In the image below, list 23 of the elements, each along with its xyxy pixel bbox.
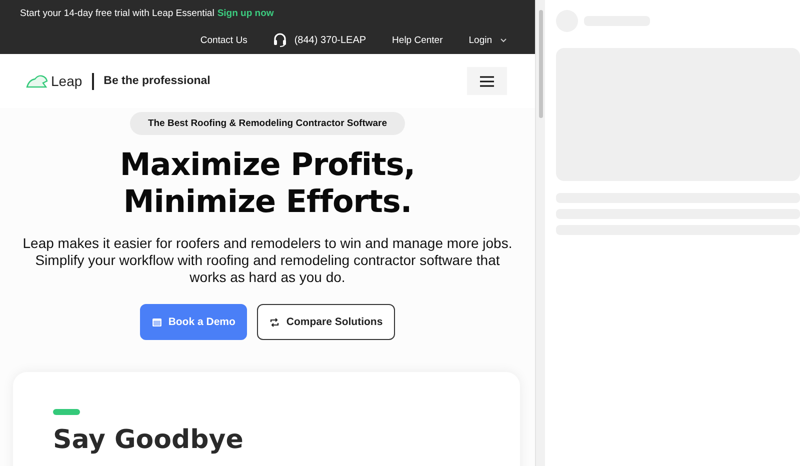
hero-title: Maximize Profits, Minimize Efforts. xyxy=(118,147,416,221)
logo-text[interactable]: Leap xyxy=(51,73,82,89)
hero-badge: The Best Roofing & Remodeling Contractor Software xyxy=(130,112,406,135)
contact-link[interactable]: Contact Us xyxy=(200,34,248,46)
menu-icon xyxy=(480,76,494,86)
tagline: Be the professional xyxy=(104,75,210,87)
menu-button[interactable] xyxy=(467,67,507,95)
scrollbar[interactable] xyxy=(535,0,545,466)
chevron-down-icon xyxy=(500,38,507,42)
scrollbar-thumb[interactable] xyxy=(538,10,542,118)
accent-bar xyxy=(53,409,80,415)
promo-text: Start your 14-day free trial with Leap Essential xyxy=(20,8,214,19)
login-link[interactable]: Login xyxy=(468,34,492,46)
book-demo-button[interactable]: Book a Demo xyxy=(140,304,248,340)
sign-up-link[interactable]: Sign up now xyxy=(217,8,274,19)
phone-link[interactable]: (844) 370-LEAP xyxy=(294,34,366,46)
headset-icon xyxy=(273,33,288,47)
help-center-link[interactable]: Help Center xyxy=(392,34,443,46)
calendar-icon xyxy=(152,317,162,327)
swap-arrows-icon xyxy=(269,316,280,328)
compare-button[interactable]: Compare Solutions xyxy=(257,304,395,340)
card-heading: Say Goodbye xyxy=(53,425,244,455)
hero-description: Leap makes it easier for roofers and remodelers to win and manage more jobs. Simplify your workflow with roofing and remodeling contractor software that works as hard as you do. xyxy=(22,235,512,286)
